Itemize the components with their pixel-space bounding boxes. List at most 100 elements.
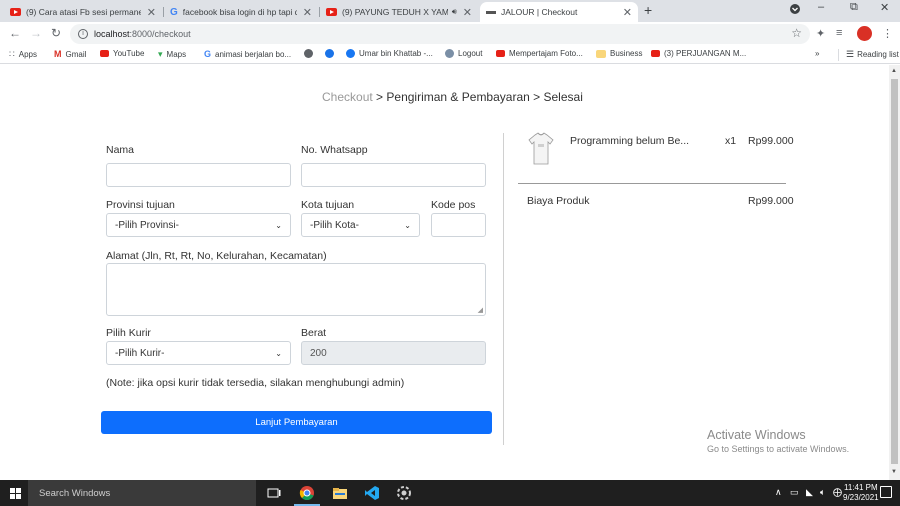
bookmark-globe[interactable] (304, 49, 317, 58)
site-info-icon[interactable]: i (78, 29, 88, 39)
bookmark-label: animasi berjalan bo... (215, 49, 292, 59)
browser-tab[interactable]: (9) PAYUNG TEDUH X YAMAHA 🔊︎ ✕ (320, 2, 478, 22)
bookmark-mempertajam[interactable]: Mempertajam Foto... (496, 49, 583, 58)
bookmark-label: Umar bin Khattab -... (359, 49, 433, 58)
bookmark-circle[interactable] (325, 49, 338, 58)
close-icon[interactable]: ✕ (463, 6, 472, 19)
browser-tab[interactable]: (9) Cara atasi Fb sesi permanen ini ✕ (4, 2, 162, 22)
kodepos-input[interactable] (431, 213, 486, 237)
speaker-icon[interactable]: 🔊︎ (452, 7, 457, 17)
alamat-label: Alamat (Jln, Rt, Rt, No, Kelurahan, Keca… (106, 250, 327, 262)
more-bookmarks-chevron[interactable]: » (815, 49, 819, 58)
file-explorer-icon[interactable] (332, 485, 348, 501)
google-icon: G (204, 49, 212, 59)
page-scrollbar[interactable]: ▲ ▼ (889, 65, 900, 480)
scroll-up-arrow-icon[interactable]: ▲ (891, 68, 897, 74)
browser-tab-active[interactable]: JALOUR | Checkout ✕ (480, 2, 638, 22)
bookmark-maps[interactable]: ▾ Maps (158, 49, 186, 60)
resize-grip-icon[interactable]: ◢ (478, 306, 483, 314)
logout-icon (445, 49, 454, 58)
provinsi-selected: -Pilih Provinsi- (115, 219, 179, 231)
window-close-icon[interactable]: ✕ (880, 1, 889, 14)
bookmark-divider (838, 49, 839, 61)
bookmark-animasi[interactable]: Ganimasi berjalan bo... (204, 49, 291, 59)
task-view-icon[interactable] (266, 485, 282, 501)
bookmark-umar[interactable]: Umar bin Khattab -... (346, 49, 433, 58)
clock-time: 11:41 PM (843, 483, 878, 492)
browser-tab[interactable]: G facebook bisa login di hp tapi di l ✕ (164, 2, 318, 22)
nama-label: Nama (106, 144, 135, 156)
tshirt-product-image (528, 132, 554, 165)
product-price: Rp99.000 (748, 135, 794, 147)
kota-select[interactable]: -Pilih Kota- ⌄ (301, 213, 420, 237)
back-arrow-icon[interactable]: ← (9, 26, 21, 40)
berat-label: Berat (301, 327, 327, 339)
reload-icon[interactable]: ↻ (51, 26, 61, 40)
facebook-icon (346, 49, 355, 58)
lanjut-pembayaran-button[interactable]: Lanjut Pembayaran (101, 411, 492, 434)
bookmark-business[interactable]: Business (596, 49, 642, 58)
close-icon[interactable]: ✕ (303, 6, 312, 19)
chrome-icon[interactable] (299, 485, 315, 501)
browser-tab-strip: (9) Cara atasi Fb sesi permanen ini ✕ G … (0, 0, 900, 22)
volume-icon[interactable]: 🔈︎ (820, 487, 825, 498)
minimize-icon[interactable]: – (818, 1, 824, 13)
whatsapp-input[interactable] (301, 163, 486, 187)
breadcrumb-checkout[interactable]: Checkout (322, 90, 373, 104)
biaya-produk-value: Rp99.000 (748, 195, 794, 207)
close-icon[interactable]: ✕ (147, 6, 156, 19)
scroll-down-arrow-icon[interactable]: ▼ (891, 469, 897, 475)
taskbar-clock[interactable]: 11:41 PM 9/23/2021 (843, 483, 879, 503)
bookmark-label: Gmail (65, 49, 87, 59)
reading-list-icon: ☰ (846, 49, 855, 59)
new-tab-button[interactable]: + (644, 2, 652, 18)
notification-center-icon[interactable] (880, 486, 892, 498)
windows-start-icon[interactable] (10, 488, 21, 499)
maps-icon: ▾ (158, 49, 163, 59)
bookmark-youtube[interactable]: YouTube (100, 49, 144, 58)
profile-avatar[interactable] (857, 26, 872, 41)
product-qty: x1 (725, 135, 737, 147)
bookmark-logout[interactable]: Logout (445, 49, 482, 58)
reading-list-button[interactable]: ☰ Reading list (846, 49, 899, 60)
wifi-icon[interactable]: ◣ (806, 487, 813, 498)
provinsi-select[interactable]: -Pilih Provinsi- ⌄ (106, 213, 291, 237)
globe-icon (304, 49, 313, 58)
youtube-icon (10, 8, 21, 16)
tray-chevron-up-icon[interactable]: ∧ (775, 487, 782, 498)
scrollbar-thumb[interactable] (891, 79, 898, 464)
nama-input[interactable] (106, 163, 291, 187)
bookmark-apps[interactable]: ∷ Apps (9, 49, 37, 60)
kurir-select[interactable]: -Pilih Kurir- ⌄ (106, 341, 291, 365)
activate-windows-watermark: Activate Windows Go to Settings to activ… (707, 428, 849, 454)
bookmark-gmail[interactable]: M Gmail (54, 49, 86, 59)
extensions-puzzle-icon[interactable]: ✦ (816, 27, 825, 40)
menu-kebab-icon[interactable]: ⋮ (882, 27, 893, 40)
circle-icon (325, 49, 334, 58)
breadcrumb-separator: > (372, 90, 387, 104)
app-gear-icon[interactable] (396, 485, 412, 501)
vscode-icon[interactable] (364, 485, 380, 501)
alamat-textarea[interactable]: ◢ (106, 263, 486, 316)
whatsapp-label: No. Whatsapp (301, 144, 368, 156)
reading-list-label: Reading list (857, 50, 899, 59)
summary-divider (518, 183, 786, 184)
tab-search-icon[interactable] (789, 3, 801, 18)
bookmark-label: YouTube (113, 49, 145, 58)
bookmark-perjuangan[interactable]: (3) PERJUANGAN M... (651, 49, 746, 58)
google-icon: G (170, 6, 178, 18)
close-icon[interactable]: ✕ (623, 6, 632, 19)
forward-arrow-icon[interactable]: → (30, 26, 42, 40)
youtube-icon (651, 50, 660, 57)
battery-icon[interactable]: ▭ (790, 487, 799, 498)
kurir-note: (Note: jika opsi kurir tidak tersedia, s… (106, 377, 405, 389)
address-bar[interactable]: i localhost:8000/checkout ☆ (70, 24, 810, 44)
bookmark-star-icon[interactable]: ☆ (791, 26, 802, 40)
youtube-icon (496, 50, 505, 57)
language-icon[interactable]: ⨁ (833, 487, 842, 498)
restore-icon[interactable]: ⧉ (850, 1, 858, 14)
bookmark-label: Business (610, 49, 643, 58)
activate-title: Activate Windows (707, 428, 806, 442)
reading-queue-icon[interactable]: ≡ (836, 27, 842, 39)
taskbar-search-box[interactable]: Search Windows (28, 480, 256, 506)
